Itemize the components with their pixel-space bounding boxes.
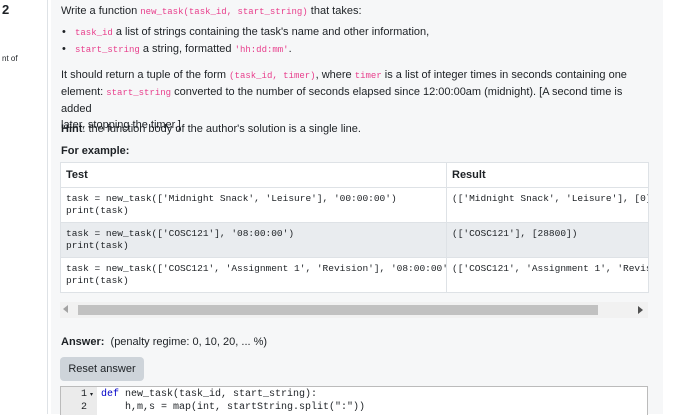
mark-info-fragment: nt of <box>2 54 18 63</box>
question-number: 2 <box>2 2 10 17</box>
scroll-right-arrow-icon[interactable] <box>638 306 643 314</box>
column-header-result: Result <box>446 162 649 188</box>
question-content: Write a function new_task(task_id, start… <box>51 0 663 415</box>
question-info-sidebar: 2 nt of <box>0 0 48 414</box>
fold-arrow-icon[interactable]: ▾ <box>90 389 93 401</box>
parameter-list: task_id a list of strings containing the… <box>61 24 429 58</box>
reset-answer-button[interactable]: Reset answer <box>60 357 144 381</box>
function-signature-code: new_task(task_id, start_string) <box>140 7 308 17</box>
question-intro: Write a function new_task(task_id, start… <box>61 5 362 17</box>
column-header-test: Test <box>60 162 447 188</box>
test-code-cell: task = new_task(['COSC121'], '08:00:00')… <box>60 222 447 258</box>
penalty-regime: (penalty regime: 0, 10, 20, ... %) <box>110 336 268 348</box>
hint: Hint: the function body of the author's … <box>61 123 361 135</box>
table-row: task = new_task(['COSC121'], '08:00:00')… <box>60 222 649 258</box>
line-number: 2 <box>80 402 87 413</box>
example-tests-table: Test Result task = new_task(['Midnight S… <box>60 162 649 293</box>
line-number: 1 <box>80 389 87 400</box>
result-cell: (['COSC121', 'Assignment 1', 'Revision']… <box>446 257 649 293</box>
line-number-gutter: 1 ▾ 2 <box>61 387 97 415</box>
example-heading: For example: <box>61 145 130 157</box>
scrollbar-thumb[interactable] <box>78 305 598 315</box>
test-code-cell: task = new_task(['Midnight Snack', 'Leis… <box>60 187 447 223</box>
result-cell: (['COSC121'], [28800]) <box>446 222 649 258</box>
list-item: start_string a string, formatted 'hh:dd:… <box>61 41 429 58</box>
code-editor[interactable]: 1 ▾ 2 def new_task(task_id, start_string… <box>60 386 648 415</box>
test-code-cell: task = new_task(['COSC121', 'Assignment … <box>60 257 447 293</box>
scroll-left-arrow-icon[interactable] <box>63 305 68 313</box>
result-cell: (['Midnight Snack', 'Leisure'], [0]) <box>446 187 649 223</box>
code-line[interactable]: def new_task(task_id, start_string): <box>101 389 317 400</box>
list-item: task_id a list of strings containing the… <box>61 24 429 41</box>
code-line[interactable]: h,m,s = map(int, startString.split(":")) <box>101 402 365 413</box>
table-row: task = new_task(['COSC121', 'Assignment … <box>60 257 649 293</box>
table-row: task = new_task(['Midnight Snack', 'Leis… <box>60 187 649 223</box>
table-header-row: Test Result <box>60 162 649 188</box>
answer-heading: Answer: (penalty regime: 0, 10, 20, ... … <box>61 336 268 348</box>
table-horizontal-scrollbar[interactable] <box>60 302 648 318</box>
